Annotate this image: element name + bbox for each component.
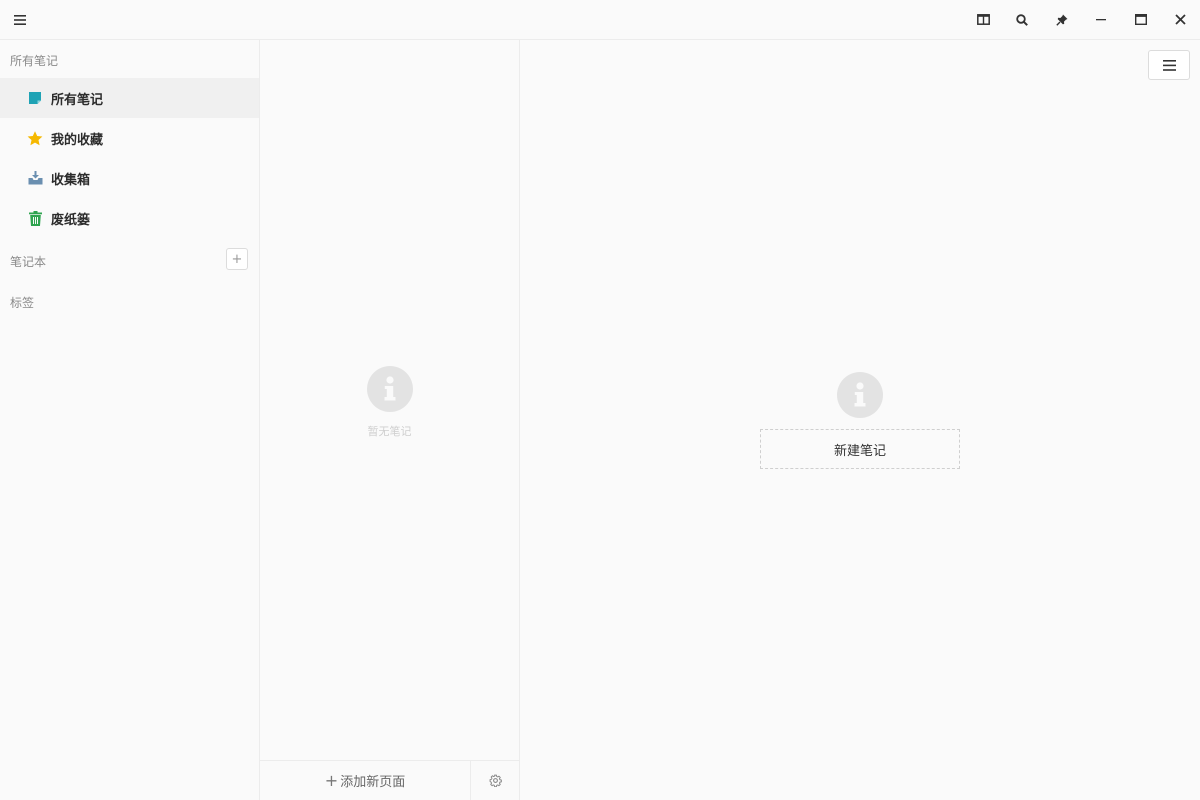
empty-state-text: 暂无笔记 bbox=[367, 425, 412, 438]
close-button[interactable] bbox=[1160, 0, 1200, 39]
split-view-button[interactable] bbox=[963, 0, 1003, 39]
notebooks-header: 笔记本 bbox=[10, 255, 47, 269]
pin-icon bbox=[1056, 14, 1068, 26]
search-button[interactable] bbox=[1002, 0, 1042, 39]
minimize-icon bbox=[1096, 18, 1106, 20]
empty-state-circle bbox=[367, 366, 413, 412]
split-view-icon bbox=[976, 14, 990, 25]
gear-icon bbox=[489, 774, 502, 787]
trash-icon bbox=[28, 210, 42, 226]
info-icon bbox=[854, 382, 866, 407]
sidebar-item-label: 收集箱 bbox=[51, 172, 91, 188]
list-settings-button[interactable] bbox=[470, 761, 520, 800]
sidebar-item-trash[interactable]: 废纸篓 bbox=[0, 198, 259, 238]
sidebar-item-favorites[interactable]: 我的收藏 bbox=[0, 118, 259, 158]
star-icon bbox=[27, 130, 43, 145]
editor-menu-button[interactable] bbox=[1148, 50, 1190, 80]
inbox-icon bbox=[28, 171, 42, 185]
sidebar-item-all-notes[interactable]: 所有笔记 bbox=[0, 78, 259, 118]
maximize-icon bbox=[1135, 14, 1147, 25]
minimize-button[interactable] bbox=[1081, 0, 1121, 39]
add-page-button[interactable]: + 添加新页面 bbox=[260, 761, 470, 800]
pin-button[interactable] bbox=[1042, 0, 1082, 39]
menu-icon bbox=[14, 14, 26, 25]
add-notebook-button[interactable]: + bbox=[226, 248, 248, 270]
close-icon bbox=[1174, 14, 1186, 25]
note-list-footer: + 添加新页面 bbox=[260, 760, 519, 800]
all-notes-header: 所有笔记 bbox=[10, 54, 59, 68]
maximize-button[interactable] bbox=[1121, 0, 1161, 39]
sidebar: 所有笔记 所有笔记 我的收藏 收集箱 废纸篓 笔记本 + 标签 bbox=[0, 40, 260, 800]
sidebar-item-label: 废纸篓 bbox=[51, 212, 91, 228]
editor-pane: 新建笔记 bbox=[520, 40, 1200, 800]
sidebar-item-label: 所有笔记 bbox=[51, 92, 104, 108]
add-page-label: 添加新页面 bbox=[340, 775, 406, 790]
info-icon bbox=[384, 376, 396, 401]
sidebar-item-inbox[interactable]: 收集箱 bbox=[0, 158, 259, 198]
search-icon bbox=[1016, 13, 1028, 26]
note-list: 暂无笔记 + 添加新页面 bbox=[260, 40, 520, 800]
menu-icon bbox=[1162, 59, 1176, 71]
tags-header: 标签 bbox=[10, 296, 35, 310]
plus-icon: + bbox=[324, 771, 339, 790]
editor-empty-circle bbox=[837, 372, 883, 418]
app-menu-button[interactable] bbox=[0, 0, 40, 39]
new-note-button[interactable]: 新建笔记 bbox=[760, 429, 960, 469]
sidebar-item-label: 我的收藏 bbox=[51, 132, 104, 148]
title-bar bbox=[0, 0, 1200, 40]
note-icon bbox=[28, 91, 41, 104]
